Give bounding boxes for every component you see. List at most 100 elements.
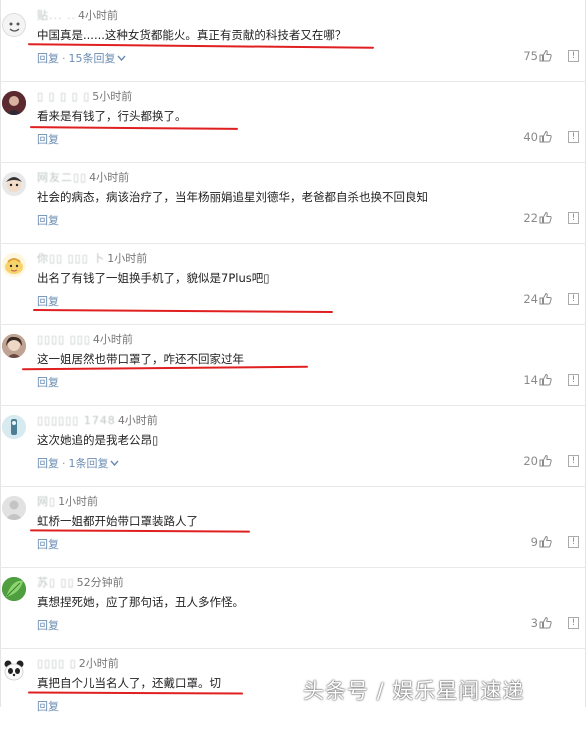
thumbs-up-icon[interactable] <box>539 292 552 305</box>
avatar[interactable] <box>2 13 26 37</box>
replies-toggle[interactable]: 15条回复 <box>69 52 116 65</box>
like-count: 40 <box>523 130 538 144</box>
comment-item: ▯ ▯ ▯ ▯ ▯ 5小时前 看来是有钱了，行头都换了。 回复 40 ! <box>0 81 586 163</box>
avatar[interactable] <box>2 91 26 115</box>
like-counter[interactable]: 3 <box>531 616 552 630</box>
comment-meta: 网友二▯▯ 4小时前 <box>37 169 130 184</box>
timestamp: 1小时前 <box>107 252 148 265</box>
watermark: 头条号 / 娱乐星闻速递 <box>303 679 525 703</box>
like-count: 22 <box>523 211 538 225</box>
comment-text: 虹桥一姐都开始带口罩装路人了 <box>37 514 198 528</box>
avatar[interactable] <box>2 172 26 196</box>
username[interactable]: ▯ ▯ ▯ ▯ ▯ <box>37 90 90 103</box>
timestamp: 4小时前 <box>89 171 130 184</box>
avatar[interactable] <box>2 415 26 439</box>
username[interactable]: 网友二▯▯ <box>37 171 87 184</box>
like-count: 14 <box>523 373 538 387</box>
username[interactable]: ▯▯▯▯ ▯▯▯ <box>37 333 91 346</box>
replies-toggle[interactable]: 1条回复 <box>69 457 109 470</box>
reply-link[interactable]: 回复 <box>37 214 59 227</box>
report-icon[interactable]: ! <box>568 293 579 305</box>
report-icon[interactable]: ! <box>568 455 579 467</box>
avatar[interactable] <box>2 253 26 277</box>
username[interactable]: 贴... .. <box>37 9 76 22</box>
comment-text: 出名了有钱了一姐换手机了，貌似是7Plus吧▯ <box>37 271 270 285</box>
timestamp: 5小时前 <box>92 90 133 103</box>
report-icon[interactable]: ! <box>568 50 579 62</box>
chevron-down-icon[interactable] <box>109 460 119 467</box>
avatar[interactable] <box>2 658 26 682</box>
thumbs-up-icon[interactable] <box>539 130 552 143</box>
comment-text: 社会的病态，病该治疗了，当年杨丽娟追星刘德华，老爸都自杀也换不回良知 <box>37 190 428 204</box>
comment-item: 网友二▯▯ 4小时前 社会的病态，病该治疗了，当年杨丽娟追星刘德华，老爸都自杀也换… <box>0 162 586 244</box>
like-count: 9 <box>530 535 538 549</box>
comment-actions: 回复 <box>37 131 59 147</box>
comment-actions: 回复 <box>37 293 59 309</box>
comment-actions: 回复 <box>37 374 59 390</box>
reply-link[interactable]: 回复 <box>37 133 59 146</box>
avatar[interactable] <box>2 577 26 601</box>
comment-actions: 回复 <box>37 617 59 633</box>
report-icon[interactable]: ! <box>568 212 579 224</box>
comment-meta: 苏▯ ▯▯ 52分钟前 <box>37 574 124 589</box>
comment-actions: 回复 · 15条回复 <box>37 50 126 66</box>
timestamp: 2小时前 <box>78 657 119 670</box>
like-count: 24 <box>523 292 538 306</box>
username[interactable]: 苏▯ ▯▯ <box>37 576 75 589</box>
report-icon[interactable]: ! <box>568 536 579 548</box>
comment-meta: 你▯▯ ▯▯▯ 卜 1小时前 <box>37 250 148 265</box>
thumbs-up-icon[interactable] <box>539 616 552 629</box>
thumbs-up-icon[interactable] <box>539 49 552 62</box>
comment-meta: ▯▯▯▯ ▯ 2小时前 <box>37 655 119 670</box>
comment-item: 贴... .. 4小时前 中国真是......这种女货都能火。真正有贡献的科技者又… <box>0 0 586 82</box>
timestamp: 4小时前 <box>117 414 158 427</box>
thumbs-up-icon[interactable] <box>539 454 552 467</box>
like-counter[interactable]: 9 <box>531 535 552 549</box>
thumbs-up-icon[interactable] <box>539 535 552 548</box>
like-counter[interactable]: 20 <box>523 454 552 468</box>
like-count: 20 <box>523 454 538 468</box>
report-icon[interactable]: ! <box>568 131 579 143</box>
thumbs-up-icon[interactable] <box>539 211 552 224</box>
like-counter[interactable]: 14 <box>523 373 552 387</box>
reply-link[interactable]: 回复 <box>37 376 59 389</box>
reply-link[interactable]: 回复 <box>37 457 59 470</box>
chevron-down-icon[interactable] <box>116 55 126 62</box>
like-counter[interactable]: 40 <box>523 130 552 144</box>
timestamp: 4小时前 <box>92 333 133 346</box>
comment-actions: 回复 <box>37 698 59 714</box>
thumbs-up-icon[interactable] <box>539 373 552 386</box>
comment-meta: ▯ ▯ ▯ ▯ ▯ 5小时前 <box>37 88 133 103</box>
reply-link[interactable]: 回复 <box>37 538 59 551</box>
avatar[interactable] <box>2 496 26 520</box>
username[interactable]: ▯▯▯▯ ▯ <box>37 657 77 670</box>
report-icon[interactable]: ! <box>568 374 579 386</box>
avatar[interactable] <box>2 334 26 358</box>
reply-link[interactable]: 回复 <box>37 295 59 308</box>
reply-link[interactable]: 回复 <box>37 619 59 632</box>
reply-link[interactable]: 回复 <box>37 52 59 65</box>
username[interactable]: ▯▯▯▯▯▯ 1748 <box>37 414 116 427</box>
comment-meta: 网▯ 1小时前 <box>37 493 99 508</box>
comment-actions: 回复 <box>37 212 59 228</box>
username[interactable]: 网▯ <box>37 495 56 508</box>
timestamp: 52分钟前 <box>76 576 124 589</box>
like-count: 3 <box>530 616 538 630</box>
like-counter[interactable]: 24 <box>523 292 552 306</box>
username[interactable]: 你▯▯ ▯▯▯ 卜 <box>37 252 105 265</box>
comment-actions: 回复 · 1条回复 <box>37 455 119 471</box>
like-counter[interactable]: 75 <box>523 49 552 63</box>
comment-text: 真想捏死她，应了那句话，丑人多作怪。 <box>37 595 244 609</box>
like-count: 75 <box>523 49 538 63</box>
comment-meta: ▯▯▯▯ ▯▯▯ 4小时前 <box>37 331 133 346</box>
report-icon[interactable]: ! <box>568 617 579 629</box>
comment-meta: ▯▯▯▯▯▯ 1748 4小时前 <box>37 412 158 427</box>
comment-text: 中国真是......这种女货都能火。真正有贡献的科技者又在哪？ <box>37 28 347 42</box>
timestamp: 1小时前 <box>58 495 99 508</box>
comment-text: 真把自个儿当名人了，还戴口罩。切 <box>37 676 221 690</box>
comment-meta: 贴... .. 4小时前 <box>37 7 118 22</box>
comment-item: 苏▯ ▯▯ 52分钟前 真想捏死她，应了那句话，丑人多作怪。 回复 3 ! <box>0 567 586 649</box>
comment-text: 这次她追的是我老公昂▯ <box>37 433 159 447</box>
like-counter[interactable]: 22 <box>523 211 552 225</box>
comment-actions: 回复 <box>37 536 59 552</box>
